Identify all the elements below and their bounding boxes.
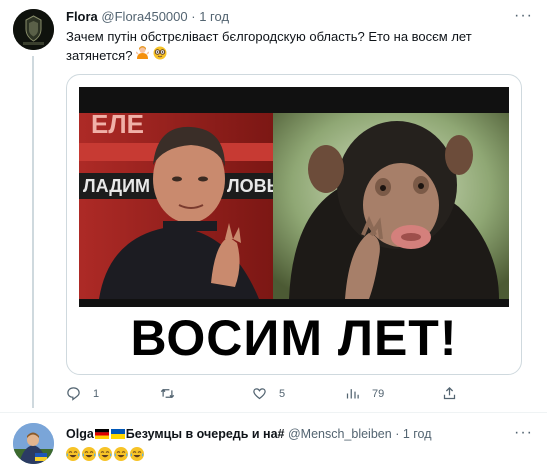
reply-avatar-image-icon bbox=[13, 423, 54, 464]
avatar-emblem-icon bbox=[13, 9, 54, 50]
tears-of-joy-icon bbox=[66, 447, 80, 461]
reply-display-name-suffix[interactable]: Безумцы в очередь и на# bbox=[126, 427, 285, 441]
meme-image: ЛАДИМ ЛОВЬ ЕЛЕ ВОСИМ ЛЕТ! bbox=[79, 87, 509, 370]
reply-tweet[interactable]: Olga Безумцы в очередь и на# @Mensch_blei… bbox=[0, 413, 547, 473]
reply-avatar[interactable] bbox=[13, 423, 54, 464]
bg-text-name: ЛАДИМ bbox=[83, 176, 150, 196]
tweet-actions: 1 5 79 bbox=[66, 386, 506, 404]
share-icon bbox=[443, 386, 456, 400]
more-options-button[interactable]: ··· bbox=[514, 8, 533, 24]
reply-separator-dot: · bbox=[395, 427, 400, 441]
tweet-body: Зачем путін обстрєліваєт бєлгородскую об… bbox=[66, 29, 472, 63]
display-name[interactable]: Flora bbox=[66, 9, 98, 24]
thread-line bbox=[32, 56, 34, 408]
meme-caption: ВОСИМ ЛЕТ! bbox=[130, 310, 458, 366]
retweet-button[interactable] bbox=[160, 386, 187, 401]
reply-text bbox=[66, 446, 146, 464]
bg-text-top: ЕЛЕ bbox=[91, 109, 144, 139]
reply-count: 1 bbox=[93, 387, 100, 400]
heart-icon bbox=[253, 388, 266, 400]
tears-of-joy-icon bbox=[130, 447, 144, 461]
meme-photo: ЛАДИМ ЛОВЬ ЕЛЕ bbox=[79, 87, 509, 307]
tears-of-joy-icon bbox=[98, 447, 112, 461]
bg-text-surname: ЛОВЬ bbox=[227, 176, 280, 196]
share-button[interactable] bbox=[442, 386, 469, 401]
reply-button[interactable]: 1 bbox=[66, 386, 99, 401]
views-icon bbox=[346, 389, 359, 399]
tweet[interactable]: Flora @Flora450000 · 1 год ··· Зачем пут… bbox=[0, 0, 547, 408]
reply-handle[interactable]: @Mensch_bleiben bbox=[288, 427, 392, 441]
like-count: 5 bbox=[279, 387, 286, 400]
media-image[interactable]: ЛАДИМ ЛОВЬ ЕЛЕ ВОСИМ ЛЕТ! bbox=[66, 74, 522, 375]
retweet-icon bbox=[160, 388, 175, 399]
reply-display-name[interactable]: Olga bbox=[66, 427, 94, 441]
views-button[interactable]: 79 bbox=[345, 386, 384, 401]
reply-header: Olga Безумцы в очередь и на# @Mensch_blei… bbox=[66, 426, 432, 442]
ukraine-flag-icon bbox=[110, 429, 125, 439]
separator-dot: · bbox=[191, 9, 196, 24]
timestamp[interactable]: 1 год bbox=[199, 9, 229, 24]
reply-timestamp[interactable]: 1 год bbox=[403, 427, 432, 441]
germany-flag-icon bbox=[94, 429, 109, 439]
tears-of-joy-icon bbox=[82, 447, 96, 461]
tweet-text: Зачем путін обстрєліваєт бєлгородскую об… bbox=[66, 28, 521, 65]
reply-icon bbox=[67, 387, 80, 401]
nerd-face-icon bbox=[153, 46, 167, 65]
reply-more-options-button[interactable]: ··· bbox=[514, 425, 533, 441]
tears-of-joy-icon bbox=[114, 447, 128, 461]
handle[interactable]: @Flora450000 bbox=[101, 9, 187, 24]
like-button[interactable]: 5 bbox=[252, 386, 285, 401]
views-count: 79 bbox=[372, 387, 385, 400]
tweet-header: Flora @Flora450000 · 1 год bbox=[66, 9, 229, 25]
person-shrugging-icon bbox=[135, 46, 150, 65]
avatar[interactable] bbox=[13, 9, 54, 50]
